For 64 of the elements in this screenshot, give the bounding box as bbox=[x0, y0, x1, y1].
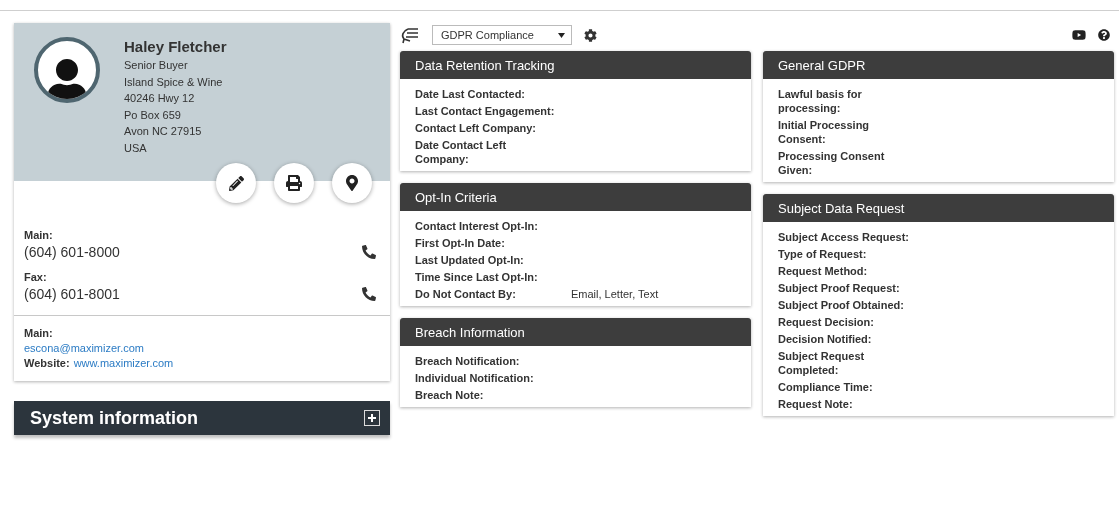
contact-detail: Senior Buyer bbox=[124, 58, 189, 73]
phone-label: Main: bbox=[24, 229, 53, 241]
field-label: Compliance Time: bbox=[778, 380, 874, 394]
field-label: Breach Note: bbox=[415, 388, 485, 402]
field-label: Processing Consent Given: bbox=[778, 149, 886, 177]
settings-icon[interactable] bbox=[584, 28, 597, 42]
field-label: Request Note: bbox=[778, 397, 854, 411]
section-title: Data Retention Tracking bbox=[400, 51, 751, 79]
contact-detail: Avon NC 27915 bbox=[124, 124, 203, 139]
phone-number: (604) 601-8001 bbox=[24, 285, 120, 303]
field-label: Subject Access Request: bbox=[778, 230, 911, 244]
video-icon[interactable] bbox=[1072, 28, 1086, 42]
field-label: Request Method: bbox=[778, 264, 869, 278]
contact-detail: Island Spice & Wine bbox=[124, 74, 224, 90]
section-title: General GDPR bbox=[763, 51, 1114, 79]
phone-number: (604) 601-8000 bbox=[24, 243, 120, 261]
contact-detail: USA bbox=[124, 140, 148, 156]
help-icon[interactable] bbox=[1098, 29, 1110, 41]
section-title: Breach Information bbox=[400, 318, 751, 346]
contact-detail: Po Box 659 bbox=[124, 107, 182, 123]
field-label: Request Decision: bbox=[778, 315, 875, 329]
section-title: Opt-In Criteria bbox=[400, 183, 751, 211]
map-button[interactable] bbox=[332, 163, 372, 203]
contact-name: Haley Fletcher bbox=[124, 37, 227, 57]
filter-lines-icon[interactable] bbox=[400, 26, 420, 44]
view-dropdown[interactable]: GDPR Compliance bbox=[432, 25, 572, 45]
edit-button[interactable] bbox=[216, 163, 256, 203]
field-label: Subject Request Completed: bbox=[778, 349, 866, 377]
website-link[interactable]: www.maximizer.com bbox=[73, 356, 174, 371]
phone-icon[interactable] bbox=[362, 287, 376, 301]
field-label: Date Last Contacted: bbox=[415, 87, 527, 101]
system-information-bar[interactable]: System information bbox=[14, 401, 390, 435]
field-label: Decision Notified: bbox=[778, 332, 873, 346]
email-label: Main: bbox=[24, 326, 54, 341]
field-label: Subject Proof Request: bbox=[778, 281, 901, 295]
phone-icon[interactable] bbox=[362, 245, 376, 259]
field-label: Lawful basis for processing: bbox=[778, 87, 863, 115]
field-label: Breach Notification: bbox=[415, 354, 521, 368]
field-label: Type of Request: bbox=[778, 247, 868, 261]
field-label: First Opt-In Date: bbox=[415, 236, 506, 250]
phone-label: Fax: bbox=[24, 271, 47, 283]
map-pin-icon bbox=[344, 175, 360, 191]
pencil-icon bbox=[228, 175, 244, 191]
field-label: Contact Left Company: bbox=[415, 121, 537, 135]
field-label: Contact Interest Opt-In: bbox=[415, 219, 539, 233]
contact-detail: 40246 Hwy 12 bbox=[124, 91, 196, 106]
field-label: Do Not Contact By: bbox=[415, 287, 517, 301]
system-information-title: System information bbox=[30, 407, 199, 429]
field-label: Time Since Last Opt-In: bbox=[415, 270, 539, 284]
expand-button[interactable] bbox=[364, 410, 380, 426]
field-label: Subject Proof Obtained: bbox=[778, 298, 905, 312]
caret-icon bbox=[558, 32, 565, 38]
website-label: Website: bbox=[24, 356, 70, 371]
print-button[interactable] bbox=[274, 163, 314, 203]
field-label: Individual Notification: bbox=[415, 371, 535, 385]
field-label: Last Contact Engagement: bbox=[415, 104, 555, 118]
plus-icon bbox=[367, 413, 377, 423]
email-link[interactable]: escona@maximizer.com bbox=[24, 341, 144, 356]
section-title: Subject Data Request bbox=[763, 194, 1114, 222]
field-label: Initial Processing Consent: bbox=[778, 118, 871, 146]
field-label: Last Updated Opt-In: bbox=[415, 253, 525, 267]
printer-icon bbox=[286, 175, 302, 191]
field-label: Date Contact Left Company: bbox=[415, 138, 508, 166]
field-value: Email, Letter, Text bbox=[571, 287, 660, 301]
